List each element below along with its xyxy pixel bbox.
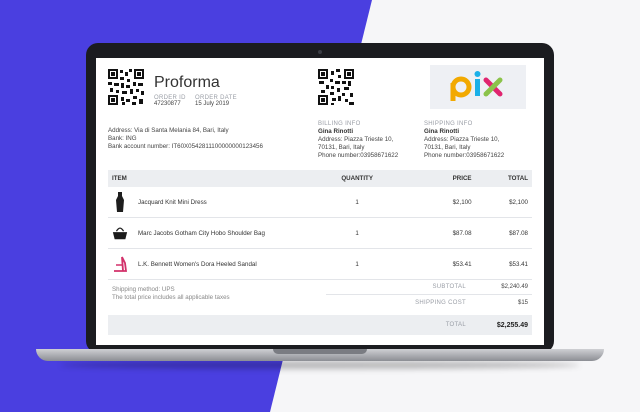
item-name: Marc Jacobs Gotham City Hobo Shoulder Ba… xyxy=(138,229,265,237)
item-price: $2,100 xyxy=(452,198,472,206)
order-id-block: ORDER ID 47230877 xyxy=(154,95,186,107)
table-row[interactable]: Marc Jacobs Gotham City Hobo Shoulder Ba… xyxy=(108,218,532,249)
billing-phone: Phone number:03958671622 xyxy=(318,152,399,159)
shipping-cost-row: SHIPPING COST $15 xyxy=(326,296,532,310)
seller-account: Bank account number: IT60X05428111000000… xyxy=(108,143,263,150)
item-cell: Marc Jacobs Gotham City Hobo Shoulder Ba… xyxy=(108,223,310,243)
order-id-value: 47230877 xyxy=(154,101,181,107)
item-name: L.K. Bennett Women's Dora Heeled Sandal xyxy=(138,260,257,268)
table-row[interactable]: Jacquard Knit Mini Dress 1 $2,100 $2,100 xyxy=(108,187,532,218)
table-header: ITEM QUANTITY PRICE TOTAL xyxy=(108,170,532,187)
seller-bank: Bank: ING xyxy=(108,135,137,142)
order-date-block: ORDER DATE 15 July 2019 xyxy=(195,95,237,107)
items-table: ITEM QUANTITY PRICE TOTAL Jacquard Knit … xyxy=(108,170,532,280)
invoice-screen: Proforma ORDER ID 47230877 ORDER DATE 15… xyxy=(96,58,544,345)
dress-icon xyxy=(112,192,128,212)
billing-qr-code-icon xyxy=(318,69,354,105)
header-price: PRICE xyxy=(452,175,472,182)
table-row[interactable]: L.K. Bennett Women's Dora Heeled Sandal … xyxy=(108,249,532,280)
header-item: ITEM xyxy=(112,175,127,182)
sandal-icon xyxy=(112,254,128,274)
item-quantity: 1 xyxy=(355,260,359,268)
header-total: TOTAL xyxy=(507,175,528,182)
brand-logo xyxy=(430,65,526,109)
total-row: TOTAL $2,255.49 xyxy=(108,315,532,335)
qr-code-icon xyxy=(108,69,144,105)
shipping-method: Shipping method: UPS xyxy=(112,286,175,293)
subtotal-row: SUBTOTAL $2,240.49 xyxy=(326,280,532,295)
shipping-address-1: Address: Piazza Trieste 10, xyxy=(424,136,500,143)
shipping-method-block: Shipping method: UPS The total price inc… xyxy=(112,286,230,302)
total-label: TOTAL xyxy=(445,322,466,328)
bag-icon xyxy=(112,223,128,243)
item-quantity: 1 xyxy=(355,198,359,206)
shipping-cost-label: SHIPPING COST xyxy=(415,300,466,306)
seller-info: Address: Via di Santa Melania 84, Bari, … xyxy=(108,127,263,151)
item-cell: Jacquard Knit Mini Dress xyxy=(108,192,310,212)
seller-address: Address: Via di Santa Melania 84, Bari, … xyxy=(108,127,229,134)
laptop-shadow xyxy=(60,361,580,369)
billing-address-1: Address: Piazza Trieste 10, xyxy=(318,136,394,143)
billing-info: BILLING INFO Gina Rinotti Address: Piazz… xyxy=(318,120,398,160)
billing-name: Gina Rinotti xyxy=(318,128,354,135)
shipping-cost-value: $15 xyxy=(517,300,528,306)
header-quantity: QUANTITY xyxy=(341,175,373,182)
subtotal-label: SUBTOTAL xyxy=(432,284,466,290)
shipping-name: Gina Rinotti xyxy=(424,128,460,135)
order-date-value: 15 July 2019 xyxy=(195,101,230,107)
shipping-address-2: 70131, Bari, Italy xyxy=(424,144,471,151)
shipping-info: SHIPPING INFO Gina Rinotti Address: Piaz… xyxy=(424,120,504,160)
laptop-notch xyxy=(273,349,367,354)
item-cell: L.K. Bennett Women's Dora Heeled Sandal xyxy=(108,254,310,274)
laptop-frame: Proforma ORDER ID 47230877 ORDER DATE 15… xyxy=(86,43,554,353)
camera-icon xyxy=(318,50,322,54)
item-total: $2,100 xyxy=(509,198,528,206)
total-value: $2,255.49 xyxy=(496,321,528,329)
item-total: $87.08 xyxy=(509,229,528,237)
tax-note: The total price includes all applicable … xyxy=(112,294,230,301)
billing-label: BILLING INFO xyxy=(318,121,361,127)
subtotal-value: $2,240.49 xyxy=(501,284,528,290)
item-price: $53.41 xyxy=(452,260,472,268)
page-title: Proforma xyxy=(154,74,220,91)
item-name: Jacquard Knit Mini Dress xyxy=(138,198,207,206)
billing-address-2: 70131, Bari, Italy xyxy=(318,144,365,151)
item-total: $53.41 xyxy=(509,260,528,268)
item-price: $87.08 xyxy=(452,229,472,237)
shipping-phone: Phone number:03958671622 xyxy=(424,152,505,159)
shipping-label: SHIPPING INFO xyxy=(424,121,473,127)
item-quantity: 1 xyxy=(355,229,359,237)
